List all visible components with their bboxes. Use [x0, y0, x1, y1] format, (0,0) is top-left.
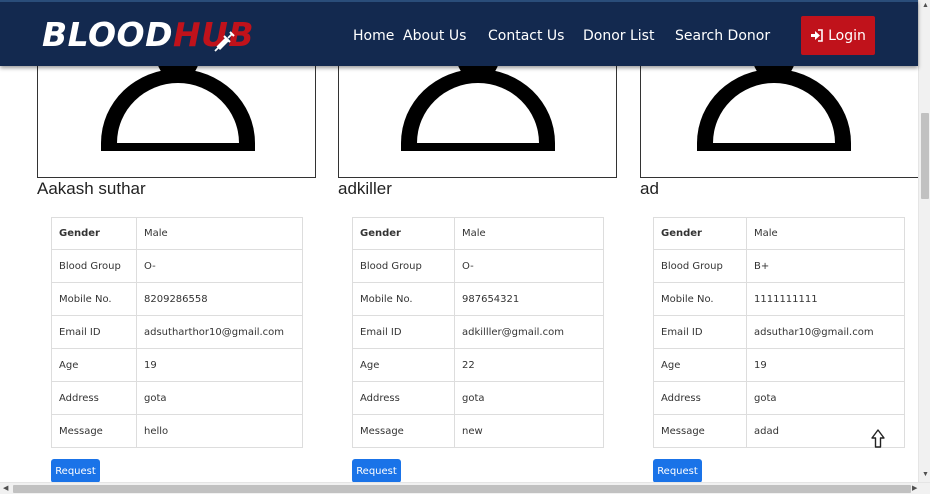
table-row: Mobile No. 8209286558	[51, 282, 303, 316]
message-label: Message	[352, 414, 455, 448]
message-label: Message	[653, 414, 747, 448]
login-button[interactable]: Login	[801, 16, 875, 55]
mobile-value: 1111111111	[746, 282, 905, 316]
donor-name: adkiller	[338, 179, 392, 198]
request-button[interactable]: Request	[51, 459, 100, 483]
blood-group-value: O-	[136, 249, 303, 283]
scroll-up-arrow-icon[interactable]: ▲	[922, 2, 929, 10]
nav-about[interactable]: About Us	[403, 26, 466, 46]
table-row: Message hello	[51, 414, 303, 448]
table-row: Address gota	[352, 381, 604, 415]
age-value: 19	[746, 348, 905, 382]
table-row: Email ID adsutharthor10@gmail.com	[51, 315, 303, 349]
address-label: Address	[352, 381, 455, 415]
email-value: adkilller@gmail.com	[454, 315, 604, 349]
gender-value: Male	[454, 217, 604, 250]
table-row: Gender Male	[51, 217, 303, 250]
brand-part-1: BLOOD	[42, 15, 174, 54]
donor-info-table: Gender Male Blood Group O- Mobile No. 82092…	[51, 217, 303, 448]
user-avatar-icon	[101, 59, 255, 151]
nav-home[interactable]: Home	[353, 26, 394, 46]
donor-avatar	[640, 58, 919, 178]
table-row: Email ID adsuthar10@gmail.com	[653, 315, 905, 349]
mobile-value: 8209286558	[136, 282, 303, 316]
scroll-to-top-icon[interactable]	[870, 428, 886, 450]
blood-group-label: Blood Group	[653, 249, 747, 283]
age-value: 22	[454, 348, 604, 382]
table-row: Blood Group O-	[352, 249, 604, 283]
gender-value: Male	[746, 217, 905, 250]
table-row: Blood Group O-	[51, 249, 303, 283]
table-row: Mobile No. 987654321	[352, 282, 604, 316]
horizontal-scrollbar[interactable]: ◀ ▶	[0, 482, 930, 494]
age-label: Age	[51, 348, 137, 382]
table-row: Address gota	[653, 381, 905, 415]
user-avatar-icon	[401, 59, 555, 151]
donor-avatar	[37, 58, 316, 178]
mobile-value: 987654321	[454, 282, 604, 316]
table-row: Blood Group B+	[653, 249, 905, 283]
address-label: Address	[51, 381, 137, 415]
login-label: Login	[828, 27, 866, 44]
table-row: Age 19	[51, 348, 303, 382]
age-value: 19	[136, 348, 303, 382]
table-row: Gender Male	[653, 217, 905, 250]
nav-search-donor[interactable]: Search Donor	[675, 26, 770, 46]
donor-name: Aakash suthar	[37, 179, 146, 198]
vertical-scroll-thumb[interactable]	[921, 113, 929, 199]
user-avatar-icon	[697, 59, 851, 151]
scroll-left-arrow-icon[interactable]: ◀	[3, 485, 8, 493]
vertical-scrollbar[interactable]: ▲ ▼	[918, 0, 930, 482]
navbar: BLOODHUB Home About Us Contact Us Donor …	[0, 0, 918, 66]
message-value: new	[454, 414, 604, 448]
blood-group-value: B+	[746, 249, 905, 283]
email-label: Email ID	[352, 315, 455, 349]
email-value: adsutharthor10@gmail.com	[136, 315, 303, 349]
request-button[interactable]: Request	[653, 459, 702, 483]
scroll-down-arrow-icon[interactable]: ▼	[922, 471, 929, 479]
gender-label: Gender	[51, 217, 137, 250]
gender-value: Male	[136, 217, 303, 250]
address-value: gota	[746, 381, 905, 415]
email-label: Email ID	[51, 315, 137, 349]
email-label: Email ID	[653, 315, 747, 349]
address-value: gota	[454, 381, 604, 415]
blood-group-value: O-	[454, 249, 604, 283]
table-row: Age 19	[653, 348, 905, 382]
syringe-icon	[214, 31, 235, 52]
request-button[interactable]: Request	[352, 459, 401, 483]
message-label: Message	[51, 414, 137, 448]
email-value: adsuthar10@gmail.com	[746, 315, 905, 349]
nav-contact[interactable]: Contact Us	[488, 26, 564, 46]
donor-info-table: Gender Male Blood Group O- Mobile No. 98765…	[352, 217, 604, 448]
address-value: gota	[136, 381, 303, 415]
table-row: Email ID adkilller@gmail.com	[352, 315, 604, 349]
table-row: Address gota	[51, 381, 303, 415]
blood-group-label: Blood Group	[51, 249, 137, 283]
age-label: Age	[653, 348, 747, 382]
donor-avatar	[338, 58, 617, 178]
blood-group-label: Blood Group	[352, 249, 455, 283]
mobile-label: Mobile No.	[653, 282, 747, 316]
age-label: Age	[352, 348, 455, 382]
table-row: Age 22	[352, 348, 604, 382]
message-value: hello	[136, 414, 303, 448]
gender-label: Gender	[653, 217, 747, 250]
donor-info-table: Gender Male Blood Group B+ Mobile No. 11111…	[653, 217, 905, 448]
mobile-label: Mobile No.	[352, 282, 455, 316]
page: Aakash suthar Gender Male Blood Group O- M…	[0, 0, 930, 494]
table-row: Message new	[352, 414, 604, 448]
table-row: Mobile No. 1111111111	[653, 282, 905, 316]
scroll-right-arrow-icon[interactable]: ▶	[912, 485, 917, 493]
table-row: Message adad	[653, 414, 905, 448]
sign-in-icon	[811, 29, 823, 42]
donor-name: ad	[640, 179, 659, 198]
address-label: Address	[653, 381, 747, 415]
mobile-label: Mobile No.	[51, 282, 137, 316]
nav-donor-list[interactable]: Donor List	[583, 26, 654, 46]
gender-label: Gender	[352, 217, 455, 250]
horizontal-scroll-thumb[interactable]	[13, 485, 911, 493]
table-row: Gender Male	[352, 217, 604, 250]
